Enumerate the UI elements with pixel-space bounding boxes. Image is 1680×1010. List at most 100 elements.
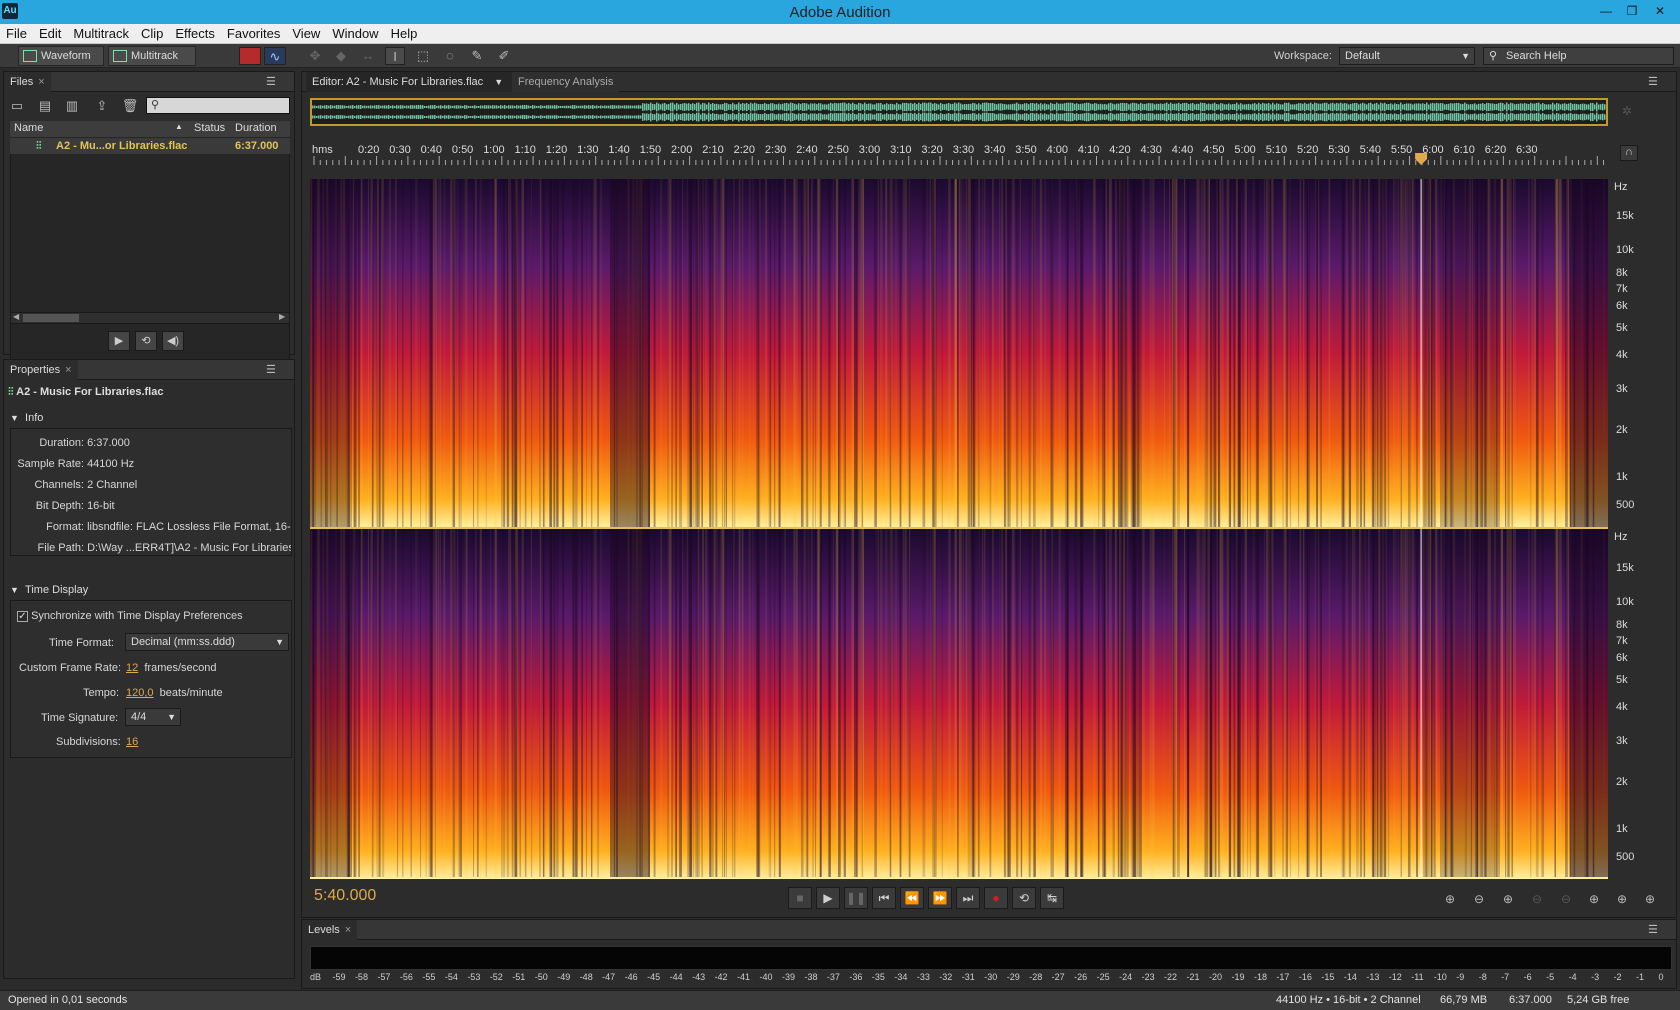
skip-to-start-icon[interactable]: ⏮ (872, 887, 896, 909)
overview-wave-bar (564, 115, 566, 119)
close-icon[interactable]: × (38, 76, 44, 88)
spectral-dark-region (610, 179, 650, 527)
panel-menu-icon[interactable]: ☰ (266, 75, 276, 88)
brush-tool-icon[interactable]: ✎ (467, 47, 487, 65)
menu-clip[interactable]: Clip (135, 24, 169, 44)
table-row[interactable]: ⫶⫶ A2 - Mu...or Libraries.flac 6:37.000 (10, 138, 290, 154)
play-icon[interactable]: ▶ (108, 331, 130, 351)
tab-files[interactable]: Files × (4, 72, 51, 92)
overview-wave-bar (1004, 104, 1006, 110)
multitrack-view-button[interactable]: Multitrack (108, 46, 196, 66)
column-duration[interactable]: Duration (235, 122, 277, 134)
loop-icon[interactable]: ⟲ (135, 331, 157, 351)
panel-menu-icon[interactable]: ☰ (1648, 75, 1658, 88)
zoom-out-full-icon[interactable]: ⊖ (1554, 890, 1578, 908)
menu-help[interactable]: Help (385, 24, 424, 44)
restore-button[interactable]: ❐ (1620, 2, 1644, 20)
headphones-icon[interactable]: ∩ (1620, 145, 1638, 161)
marquee-tool-icon[interactable]: ⬚ (413, 47, 433, 65)
record-icon[interactable]: ● (984, 887, 1008, 909)
zoom-in-point-in-icon[interactable]: ⊕ (1582, 890, 1606, 908)
search-help-input[interactable]: ⚲ Search Help (1483, 47, 1674, 65)
frame-rate-value[interactable]: 12 (126, 662, 138, 674)
tab-frequency-analysis[interactable]: Frequency Analysis (512, 72, 620, 92)
rewind-icon[interactable]: ⏪ (900, 887, 924, 909)
slip-tool-icon[interactable]: ↔ (358, 47, 378, 65)
lasso-tool-icon[interactable]: ◌ (440, 47, 460, 65)
loop-playback-icon[interactable]: ⟲ (1012, 887, 1036, 909)
time-selection-tool-icon[interactable]: I (385, 47, 405, 65)
trash-icon[interactable]: 🗑 (121, 98, 139, 113)
waveform-overview[interactable] (310, 98, 1608, 126)
overview-wave-bar (1516, 113, 1518, 121)
play-icon[interactable]: ▶ (816, 887, 840, 909)
files-search-input[interactable]: ⚲ (146, 97, 290, 114)
tab-properties[interactable]: Properties × (4, 360, 78, 380)
scroll-left-icon[interactable]: ◀ (13, 312, 19, 321)
time-format-select[interactable]: Decimal (mm:ss.ddd) ▼ (125, 633, 289, 651)
zoom-selection-icon[interactable]: ⊕ (1638, 890, 1662, 908)
spectral-pitch-icon[interactable]: ∿ (264, 47, 286, 65)
menu-edit[interactable]: Edit (33, 24, 67, 44)
scroll-right-icon[interactable]: ▶ (279, 312, 285, 321)
zoom-in-amplitude-icon[interactable]: ⊕ (1438, 890, 1462, 908)
close-window-button[interactable]: ✕ (1648, 2, 1672, 20)
zoom-in-point-out-icon[interactable]: ⊕ (1610, 890, 1634, 908)
spectral-display-icon[interactable] (239, 47, 261, 65)
zoom-overview-icon[interactable]: ✲ (1622, 104, 1632, 118)
skip-selection-icon[interactable]: ↹ (1040, 887, 1064, 909)
column-status[interactable]: Status (194, 122, 225, 134)
spot-healing-icon[interactable]: ✐ (494, 47, 514, 65)
zoom-out-time-icon[interactable]: ⊖ (1525, 890, 1549, 908)
zoom-in-time-icon[interactable]: ⊕ (1496, 890, 1520, 908)
insert-multitrack-icon[interactable]: ⇪ (93, 98, 111, 113)
spectral-streak (524, 529, 527, 877)
tab-levels[interactable]: Levels × (302, 920, 358, 940)
new-file-icon[interactable]: ▥ (63, 98, 81, 113)
razor-tool-icon[interactable]: ◆ (331, 47, 351, 65)
pause-icon[interactable]: ❚❚ (844, 887, 868, 909)
import-file-icon[interactable]: ▤ (36, 98, 54, 113)
menu-favorites[interactable]: Favorites (221, 24, 286, 44)
subdivisions-value[interactable]: 16 (126, 736, 138, 748)
overview-wave-bar (928, 112, 930, 122)
info-section-header[interactable]: ▼ Info (10, 412, 43, 424)
menu-file[interactable]: File (0, 24, 33, 44)
menu-view[interactable]: View (286, 24, 326, 44)
fast-forward-icon[interactable]: ⏩ (928, 887, 952, 909)
workspace-select[interactable]: Default ▼ (1339, 47, 1475, 65)
scrollbar-thumb[interactable] (23, 314, 79, 322)
open-file-icon[interactable]: ▭ (8, 98, 26, 113)
close-icon[interactable]: × (345, 924, 351, 936)
spectral-display[interactable] (310, 179, 1608, 879)
autoplay-icon[interactable]: ◀) (162, 331, 184, 351)
move-tool-icon[interactable]: ✥ (305, 47, 325, 65)
checkbox-checked-icon[interactable]: ✓ (17, 611, 28, 622)
files-horizontal-scrollbar[interactable]: ◀ ▶ (10, 312, 290, 324)
zoom-out-amplitude-icon[interactable]: ⊖ (1467, 890, 1491, 908)
subdivisions-value-text[interactable]: 16 (126, 736, 138, 748)
overview-wave-bar (444, 105, 446, 109)
overview-wave-bar (968, 103, 970, 111)
current-time-display[interactable]: 5:40.000 (314, 887, 376, 905)
tempo-value[interactable]: 120,0 (126, 687, 154, 699)
time-display-section-header[interactable]: ▼ Time Display (10, 584, 88, 596)
skip-to-end-icon[interactable]: ⏭ (956, 887, 980, 909)
waveform-view-button[interactable]: Waveform (18, 46, 104, 66)
ruler-tick-label: 3:00 (858, 144, 881, 156)
info-row-sample-rate: Sample Rate: 44100 Hz (11, 458, 134, 470)
menu-window[interactable]: Window (326, 24, 384, 44)
column-name[interactable]: Name (14, 122, 43, 134)
tab-editor[interactable]: Editor: A2 - Music For Libraries.flac ▼ … (306, 72, 522, 92)
menu-effects[interactable]: Effects (169, 24, 221, 44)
minimize-button[interactable]: — (1594, 2, 1618, 20)
stop-icon[interactable]: ■ (788, 887, 812, 909)
panel-menu-icon[interactable]: ☰ (1648, 923, 1658, 936)
chevron-down-icon[interactable]: ▼ (494, 77, 503, 87)
time-ruler[interactable]: hms 0:20 0:30 0:40 0:50 1:00 1:10 1:20 1:30 1:40… (310, 143, 1608, 165)
time-signature-select[interactable]: 4/4 ▼ (125, 708, 181, 726)
panel-menu-icon[interactable]: ☰ (266, 363, 276, 376)
menu-multitrack[interactable]: Multitrack (67, 24, 135, 44)
sync-checkbox-row[interactable]: ✓ Synchronize with Time Display Preferen… (17, 610, 243, 622)
close-icon[interactable]: × (65, 364, 71, 376)
